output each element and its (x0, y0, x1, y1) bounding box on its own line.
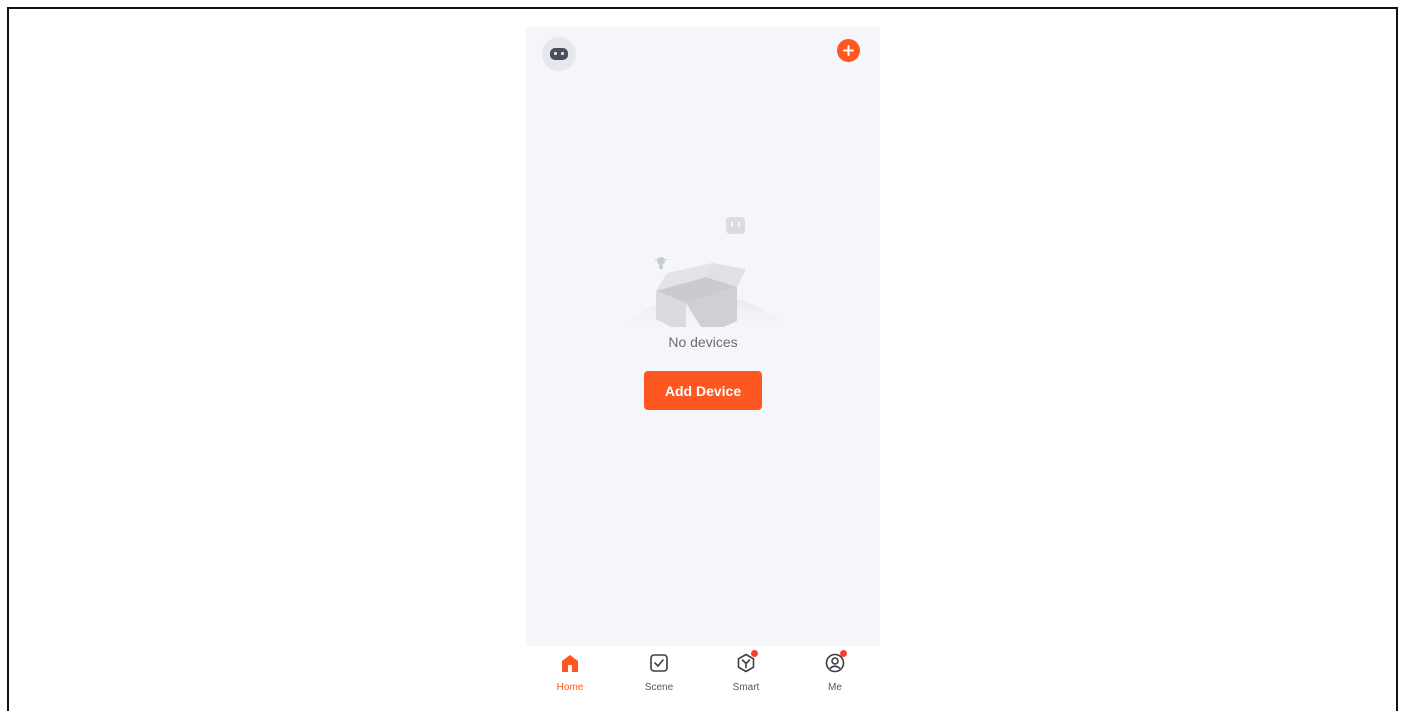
me-notification-dot (840, 650, 847, 657)
tab-scene-label: Scene (644, 682, 674, 693)
add-device-button[interactable]: Add Device (644, 371, 762, 410)
tab-home-label: Home (556, 682, 584, 693)
add-button[interactable] (837, 39, 860, 62)
tab-smart[interactable]: Smart (716, 646, 776, 711)
smart-notification-dot (751, 650, 758, 657)
home-avatar[interactable] (542, 37, 576, 71)
bottom-tab-bar: Home Scene Smart Me (526, 646, 880, 711)
empty-box-illustration (620, 217, 790, 327)
scene-icon (650, 654, 668, 672)
empty-state-message: No devices (668, 334, 738, 350)
tab-home[interactable]: Home (540, 646, 600, 711)
app-screen: No devices Add Device Home Scene Smart M… (526, 27, 880, 711)
tab-me[interactable]: Me (805, 646, 865, 711)
tab-scene[interactable]: Scene (629, 646, 689, 711)
robot-icon (550, 48, 568, 60)
home-icon (562, 655, 578, 672)
plus-icon (843, 45, 854, 56)
tab-smart-label: Smart (732, 682, 760, 693)
tab-me-label: Me (828, 682, 842, 693)
